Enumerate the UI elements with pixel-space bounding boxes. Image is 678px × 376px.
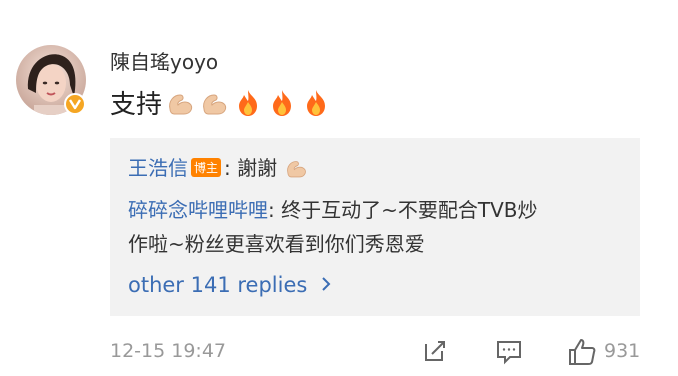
reply-author[interactable]: 王浩信 xyxy=(128,156,188,180)
comment-body: 支持 xyxy=(110,90,163,120)
more-replies-link[interactable]: other 141 replies xyxy=(128,273,332,297)
like-count: 931 xyxy=(604,340,641,362)
fire-emoji-icon xyxy=(307,89,326,116)
author-badge: 博主 xyxy=(191,158,222,177)
comment-text: 支持 xyxy=(110,84,332,121)
comment-timestamp: 12-15 19:47 xyxy=(110,340,227,362)
chevron-right-icon xyxy=(320,273,332,297)
reply-item[interactable]: 碎碎念哔哩哔哩: 终于互动了~不要配合TVB炒 xyxy=(128,194,537,223)
muscle-emoji-icon xyxy=(203,93,227,114)
thumbs-up-icon xyxy=(569,339,596,365)
more-replies-label[interactable]: other 141 replies xyxy=(128,273,307,297)
share-button[interactable] xyxy=(420,336,450,370)
muscle-emoji-icon xyxy=(287,161,307,178)
reply-text: : 謝謝 xyxy=(224,156,278,180)
reply-text-line1: : 终于互动了~不要配合TVB炒 xyxy=(268,198,538,222)
fire-emoji-icon xyxy=(273,89,292,116)
reply-item[interactable]: 王浩信 博主: 謝謝 xyxy=(128,152,309,181)
comment-button[interactable] xyxy=(494,336,524,370)
comment-icon xyxy=(497,341,521,365)
fire-emoji-icon xyxy=(239,89,258,116)
replies-box[interactable]: 王浩信 博主: 謝謝 碎碎念哔哩哔哩: 终于互动了~不要配合TVB炒 作啦~粉丝更… xyxy=(110,138,640,316)
muscle-emoji-icon xyxy=(169,93,193,114)
reply-text-line2: 作啦~粉丝更喜欢看到你们秀恩爱 xyxy=(128,232,425,256)
username[interactable]: 陳自瑤yoyo xyxy=(110,46,218,75)
reply-author[interactable]: 碎碎念哔哩哔哩 xyxy=(128,198,268,222)
like-button[interactable] xyxy=(566,336,598,372)
verified-badge-icon xyxy=(64,93,86,115)
share-icon xyxy=(425,341,445,361)
avatar-container[interactable] xyxy=(16,45,86,115)
